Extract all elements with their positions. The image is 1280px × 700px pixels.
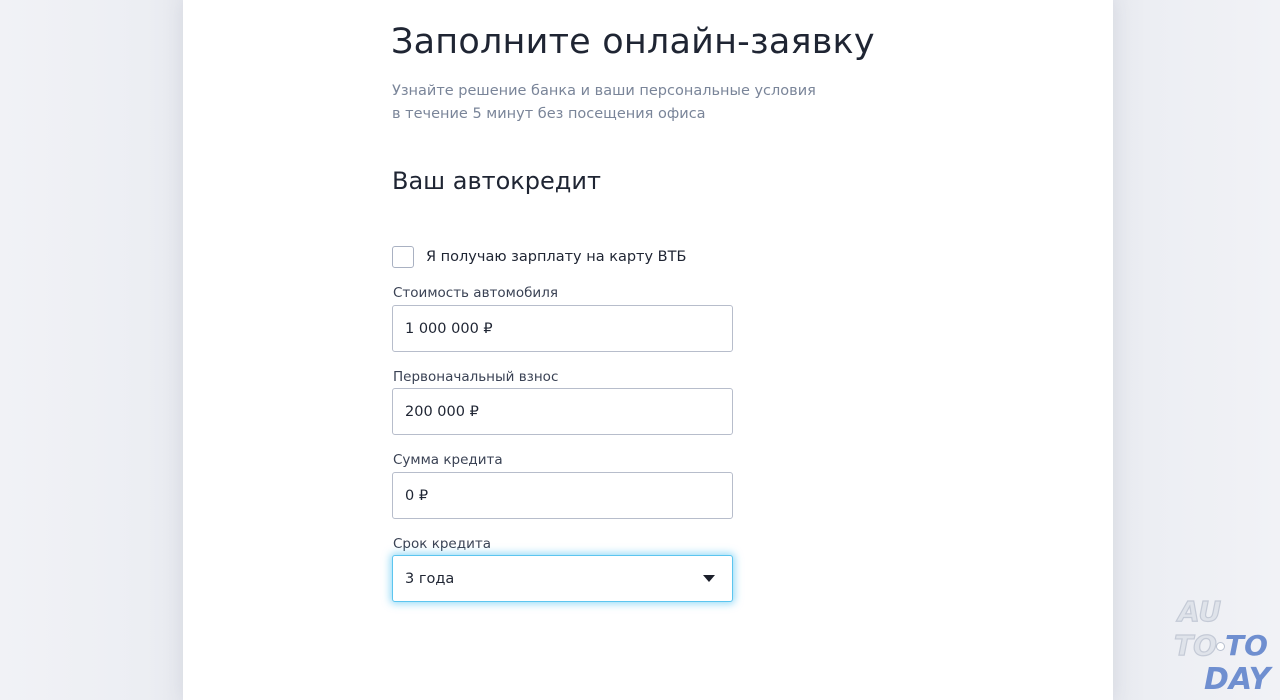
loan-term-label: Срок кредита <box>393 536 491 552</box>
salary-card-checkbox[interactable] <box>392 246 414 268</box>
page-title: Заполните онлайн-заявку <box>391 22 875 62</box>
salary-card-checkbox-label[interactable]: Я получаю зарплату на карту ВТБ <box>426 249 686 265</box>
section-title: Ваш автокредит <box>392 167 601 195</box>
loan-term-select[interactable]: 3 года <box>392 555 733 602</box>
loan-term-selected-value: 3 года <box>405 570 455 587</box>
loan-amount-value: 0 ₽ <box>405 487 429 504</box>
page-subtitle: Узнайте решение банка и ваши персональны… <box>392 80 822 126</box>
car-cost-value: 1 000 000 ₽ <box>405 320 493 337</box>
caret-down-icon[interactable] <box>703 575 715 582</box>
page-background-left <box>0 0 183 700</box>
salary-card-checkbox-row[interactable]: Я получаю зарплату на карту ВТБ <box>392 244 686 270</box>
subtitle-line-1: Узнайте решение банка и ваши персональны… <box>392 83 816 99</box>
car-cost-input[interactable]: 1 000 000 ₽ <box>392 305 733 352</box>
loan-amount-label: Сумма кредита <box>393 452 503 468</box>
watermark-line-au: AU <box>1177 595 1222 628</box>
car-cost-label: Стоимость автомобиля <box>393 285 558 301</box>
down-payment-label: Первоначальный взнос <box>393 369 559 385</box>
watermark-line-to: TO <box>1173 629 1217 662</box>
down-payment-input[interactable]: 200 000 ₽ <box>392 388 733 435</box>
loan-amount-input[interactable]: 0 ₽ <box>392 472 733 519</box>
watermark-dot-icon <box>1216 642 1225 651</box>
down-payment-value: 200 000 ₽ <box>405 403 479 420</box>
watermark-line-to-blue: TO <box>1225 629 1268 662</box>
watermark-line-day: DAY <box>1204 662 1271 697</box>
subtitle-line-2: в течение 5 минут без посещения офиса <box>392 106 706 122</box>
watermark-logo: AU TO TO DAY <box>1172 595 1278 698</box>
